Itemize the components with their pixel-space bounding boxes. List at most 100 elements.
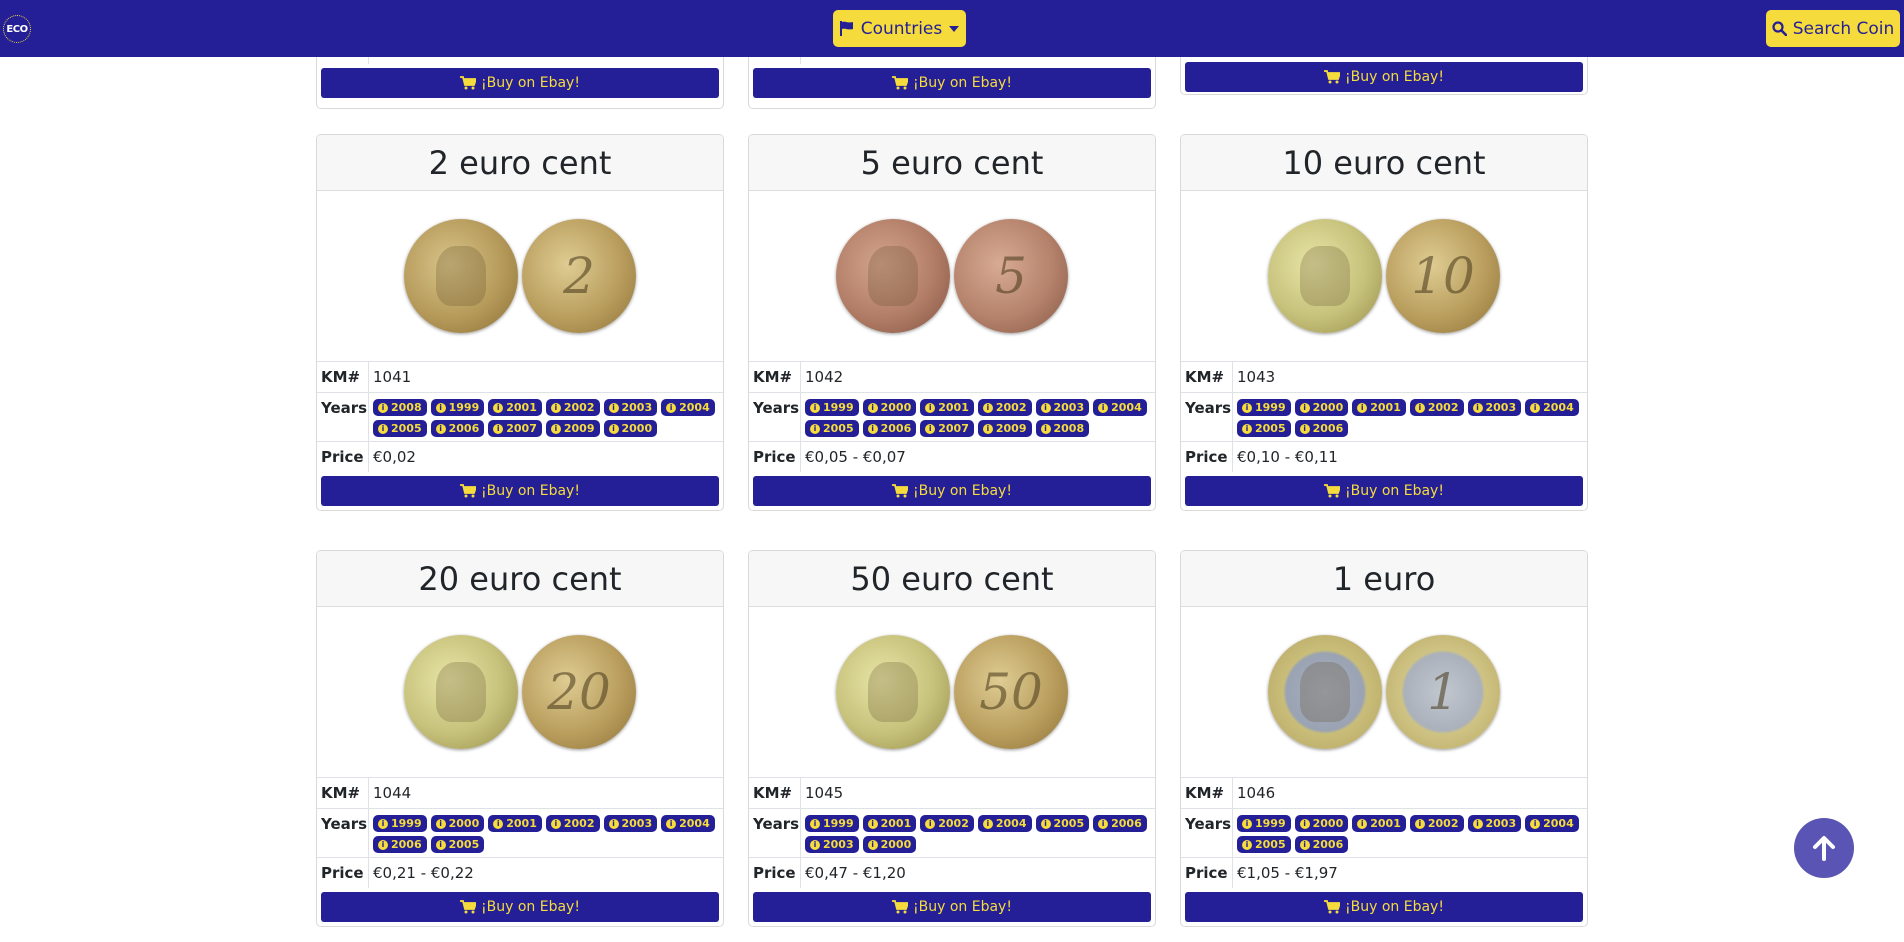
year-badge[interactable]: i 2003 bbox=[603, 399, 658, 416]
buy-on-ebay-button[interactable]: ¡Buy on Ebay! bbox=[1185, 476, 1583, 506]
year-badge[interactable]: i 2002 bbox=[545, 399, 600, 416]
portrait-icon bbox=[1300, 662, 1350, 722]
site-logo[interactable]: ECO bbox=[3, 15, 31, 43]
info-icon: i bbox=[1098, 818, 1109, 829]
year-badge[interactable]: i 1999 bbox=[373, 815, 427, 832]
coin-reverse-image: 20 bbox=[522, 635, 636, 749]
year-badge[interactable]: i 1999 bbox=[1237, 815, 1291, 832]
year-badge[interactable]: i 2000 bbox=[603, 420, 658, 437]
buy-on-ebay-button[interactable]: ¡Buy on Ebay! bbox=[753, 892, 1151, 922]
year-badge[interactable]: i 2005 bbox=[805, 420, 859, 437]
year-badge[interactable]: i 2008 bbox=[373, 399, 427, 416]
buy-on-ebay-button[interactable]: ¡Buy on Ebay! bbox=[1185, 62, 1583, 92]
buy-on-ebay-button[interactable]: ¡Buy on Ebay! bbox=[753, 68, 1151, 98]
year-badge[interactable]: i 2000 bbox=[1294, 815, 1349, 832]
countries-dropdown-button[interactable]: Countries bbox=[833, 10, 966, 47]
year-badge[interactable]: i 2004 bbox=[1093, 399, 1147, 416]
year-badge[interactable]: i 1999 bbox=[430, 399, 485, 416]
year-badge[interactable]: i 2005 bbox=[430, 836, 485, 853]
year-badge[interactable]: i 2000 bbox=[430, 815, 485, 832]
year-badge[interactable]: i 2003 bbox=[1035, 399, 1090, 416]
year-badge[interactable]: i 2002 bbox=[545, 815, 600, 832]
year-badge[interactable]: i 2009 bbox=[977, 420, 1032, 437]
year-badge[interactable]: i 2004 bbox=[661, 399, 715, 416]
year-badge[interactable]: i 2006 bbox=[1294, 420, 1349, 437]
year-badge[interactable]: i 2008 bbox=[1035, 420, 1090, 437]
year-badge[interactable]: i 1999 bbox=[1237, 399, 1291, 416]
year-badge[interactable]: i 2004 bbox=[977, 815, 1032, 832]
coin-obverse-image bbox=[404, 635, 518, 749]
year-badge[interactable]: i 2000 bbox=[862, 399, 917, 416]
year-badge[interactable]: i 2002 bbox=[977, 399, 1032, 416]
year-badge[interactable]: i 2001 bbox=[862, 815, 917, 832]
year-text: 2002 bbox=[1427, 401, 1459, 414]
buy-on-ebay-button[interactable]: ¡Buy on Ebay! bbox=[321, 476, 719, 506]
denomination-mark: 20 bbox=[547, 663, 611, 721]
year-badge[interactable]: i 2001 bbox=[920, 399, 974, 416]
year-badge[interactable]: i 2009 bbox=[545, 420, 600, 437]
year-badge[interactable]: i 2004 bbox=[1525, 815, 1579, 832]
flag-icon bbox=[839, 21, 853, 36]
buy-on-ebay-button[interactable]: ¡Buy on Ebay! bbox=[321, 68, 719, 98]
info-icon: i bbox=[1414, 818, 1425, 829]
year-badge[interactable]: i 2007 bbox=[920, 420, 974, 437]
scroll-to-top-button[interactable] bbox=[1794, 818, 1854, 878]
year-text: 2009 bbox=[995, 422, 1027, 435]
year-badge[interactable]: i 2006 bbox=[373, 836, 427, 853]
year-badge[interactable]: i 1999 bbox=[805, 815, 859, 832]
year-badge[interactable]: i 2000 bbox=[862, 836, 917, 853]
year-text: 2006 bbox=[448, 422, 480, 435]
year-badge[interactable]: i 2005 bbox=[373, 420, 427, 437]
year-badge[interactable]: i 2006 bbox=[1294, 836, 1349, 853]
info-icon: i bbox=[493, 818, 504, 829]
km-row: KM# 1042 bbox=[749, 361, 1155, 392]
price-row: Price €0,21 - €0,22 bbox=[317, 857, 723, 888]
info-icon: i bbox=[810, 402, 820, 413]
year-badge[interactable]: i 2001 bbox=[488, 815, 542, 832]
year-badge[interactable]: i 2001 bbox=[1352, 399, 1406, 416]
year-badge[interactable]: i 2006 bbox=[862, 420, 917, 437]
year-badge[interactable]: i 2007 bbox=[488, 420, 542, 437]
year-badge[interactable]: i 2006 bbox=[430, 420, 485, 437]
year-badge[interactable]: i 2002 bbox=[1409, 399, 1464, 416]
info-icon: i bbox=[666, 818, 677, 829]
year-text: 2007 bbox=[506, 422, 537, 435]
buy-on-ebay-button[interactable]: ¡Buy on Ebay! bbox=[1185, 892, 1583, 922]
coin-reverse-image: 50 bbox=[954, 635, 1068, 749]
year-badge[interactable]: i 2004 bbox=[661, 815, 715, 832]
info-icon: i bbox=[435, 818, 446, 829]
year-badge[interactable]: i 2001 bbox=[488, 399, 542, 416]
year-badge[interactable]: i 2000 bbox=[1294, 399, 1349, 416]
info-icon: i bbox=[1414, 402, 1425, 413]
years-list: i 1999 i 2000 i 2001 i 2002 i 2003 i 2004 i 2005 i 2006 bbox=[1233, 809, 1587, 857]
years-row: Years i 1999 i 2000 i 2001 i 2002 i 2003 i 2004 i 200… bbox=[749, 392, 1155, 441]
year-badge[interactable]: i 2002 bbox=[920, 815, 974, 832]
price-row: Price €0,10 - €0,11 bbox=[1181, 441, 1587, 472]
years-list: i 1999 i 2000 i 2001 i 2002 i 2003 i 2004 i 2005 i 2006 bbox=[1233, 393, 1587, 441]
search-coin-button[interactable]: Search Coin bbox=[1766, 10, 1900, 47]
info-icon: i bbox=[1040, 818, 1051, 829]
year-badge[interactable]: i 2001 bbox=[1352, 815, 1406, 832]
buy-on-ebay-button[interactable]: ¡Buy on Ebay! bbox=[321, 892, 719, 922]
year-text: 2001 bbox=[938, 401, 969, 414]
buy-label: ¡Buy on Ebay! bbox=[481, 899, 580, 915]
year-text: 2000 bbox=[880, 838, 912, 851]
buy-on-ebay-button[interactable]: ¡Buy on Ebay! bbox=[753, 476, 1151, 506]
year-badge[interactable]: i 2003 bbox=[1467, 399, 1522, 416]
year-badge[interactable]: i 2005 bbox=[1237, 420, 1291, 437]
year-badge[interactable]: i 2003 bbox=[603, 815, 658, 832]
year-badge[interactable]: i 2004 bbox=[1525, 399, 1579, 416]
year-badge[interactable]: i 2003 bbox=[805, 836, 859, 853]
year-badge[interactable]: i 2005 bbox=[1237, 836, 1291, 853]
year-badge[interactable]: i 2003 bbox=[1467, 815, 1522, 832]
info-icon: i bbox=[608, 423, 619, 434]
years-list: i 2008 i 1999 i 2001 i 2002 i 2003 i 2004 i 2005 i 2006… bbox=[369, 393, 723, 441]
year-badge[interactable]: i 2002 bbox=[1409, 815, 1464, 832]
portrait-icon bbox=[868, 246, 918, 306]
coin-obverse-image bbox=[836, 219, 950, 333]
year-badge[interactable]: i 2005 bbox=[1035, 815, 1090, 832]
year-badge[interactable]: i 1999 bbox=[805, 399, 859, 416]
price-value: €0,47 - €1,20 bbox=[805, 864, 906, 882]
info-icon: i bbox=[1472, 818, 1483, 829]
year-badge[interactable]: i 2006 bbox=[1093, 815, 1147, 832]
